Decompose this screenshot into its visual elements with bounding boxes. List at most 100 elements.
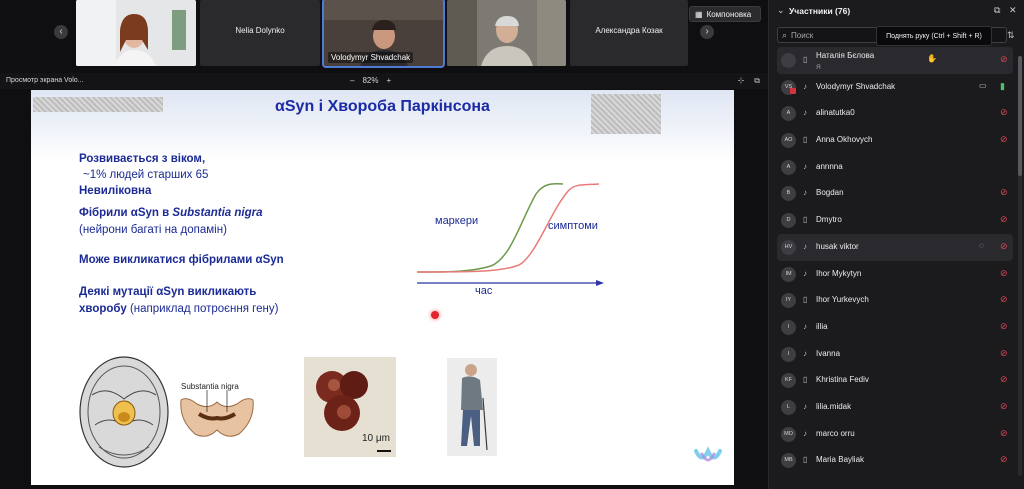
participant-row[interactable]: ▯ Наталія Бєлова Я ✋ ⊘	[777, 47, 1013, 74]
participant-name: marco orru	[816, 428, 855, 438]
video-tile-3[interactable]: Volodymyr Shvadchak	[322, 0, 445, 68]
mic-muted-icon[interactable]: ⊘	[1000, 268, 1008, 279]
avatar	[781, 53, 796, 68]
panel-header: ⌄ Участники (76) ⧉ ✕	[769, 0, 1024, 22]
brain-section-image	[79, 356, 169, 468]
collapse-chevron-icon[interactable]: ⌄	[777, 5, 785, 16]
avatar: KF	[781, 373, 796, 389]
participants-panel: ⌄ Участники (76) ⧉ ✕ ⌕ ⇅ ▯ Наталія Бєлова…	[768, 0, 1024, 489]
participant-row[interactable]: D ▯ Dmytro ⊘	[777, 207, 1013, 234]
video-tile-1[interactable]	[76, 0, 196, 66]
participant-row[interactable]: I ♪ illia ⊘	[777, 314, 1013, 341]
headset-icon: ♪	[803, 401, 807, 411]
strip-next-button[interactable]: ›	[700, 25, 714, 39]
participant-name: Dmytro	[816, 215, 842, 225]
markers-curve	[416, 182, 564, 273]
participant-row[interactable]: IY ▯ Ihor Yurkevych ⊘	[777, 287, 1013, 314]
avatar: IY	[781, 293, 796, 309]
mic-muted-icon[interactable]: ⊘	[1000, 241, 1008, 252]
mic-muted-icon[interactable]: ⊘	[1000, 428, 1008, 439]
headset-icon: ♪	[803, 241, 807, 251]
laser-pointer	[431, 311, 439, 319]
slide-line: Деякі мутації αSyn викликають	[79, 286, 257, 298]
participant-row[interactable]: AO ▯ Anna Okhovych ⊘	[777, 127, 1013, 154]
slide-line: ~1% людей старших 65	[83, 169, 209, 181]
mic-on-icon[interactable]: ▮	[1000, 81, 1005, 92]
slide-line: (нейрони багаті на допамін)	[79, 224, 227, 236]
participant-row[interactable]: A ♪ annnna	[777, 154, 1013, 181]
participant-name: husak viktor	[816, 241, 859, 251]
strip-prev-button[interactable]: ‹	[54, 25, 68, 39]
presenter-badge-icon	[790, 87, 796, 94]
participant-row[interactable]: I ♪ Ivanna ⊘	[777, 341, 1013, 368]
device-phone-icon: ▯	[803, 135, 808, 145]
screen-share-bar: Просмотр экрана Volo... – 82% + ⊹ ⧉	[0, 73, 768, 89]
mic-muted-icon[interactable]: ⊘	[1000, 321, 1008, 332]
participant-name: alinatutka0	[816, 108, 855, 118]
layout-icon: ▦	[695, 9, 703, 19]
camera-icon[interactable]: ▭	[979, 81, 987, 90]
popout-icon[interactable]: ⧉	[754, 76, 760, 86]
participant-row[interactable]: KF ▯ Khristina Fediv ⊘	[777, 367, 1013, 394]
mic-muted-icon[interactable]: ⊘	[1000, 134, 1008, 145]
video-tile-5[interactable]: Александра Козак	[570, 0, 688, 66]
mic-muted-icon[interactable]: ⊘	[1000, 107, 1008, 118]
mic-muted-icon[interactable]: ⊘	[1000, 294, 1008, 305]
participant-name: lilia.midak	[816, 401, 852, 411]
hand-icon[interactable]: ✋	[927, 54, 937, 63]
avatar: HV	[781, 239, 796, 255]
participants-scrollbar[interactable]	[1018, 56, 1022, 476]
participant-row[interactable]: L ♪ lilia.midak ⊘	[777, 394, 1013, 421]
sort-icon[interactable]: ⇅	[1007, 30, 1015, 41]
slide-line: Розвивається з віком,	[79, 153, 206, 165]
chat-icon[interactable]: ◌	[979, 241, 984, 250]
participant-row[interactable]: IM ♪ Ihor Mykytyn ⊘	[777, 261, 1013, 288]
slide-text: (наприклад потроєння гену)	[126, 303, 279, 315]
avatar: A	[781, 159, 796, 175]
symptoms-label: симптоми	[548, 220, 598, 232]
avatar: I	[781, 346, 796, 362]
participant-row[interactable]: VS ♪ Volodymyr Shvadchak ▭ ▮	[777, 74, 1013, 101]
control-icon[interactable]: ⊹	[738, 76, 745, 86]
mic-muted-icon[interactable]: ⊘	[1000, 454, 1008, 465]
axis-arrow-icon	[596, 280, 604, 286]
slide-line: Фібрили αSyn в Substantia nigra	[79, 207, 263, 219]
scrollbar-thumb[interactable]	[1018, 56, 1022, 176]
shared-slide: αSyn і Хвороба Паркінсона Розвивається з…	[31, 90, 734, 485]
participant-row[interactable]: MO ♪ marco orru ⊘	[777, 421, 1013, 448]
patient-figure-image	[447, 358, 497, 456]
zoom-out-button[interactable]: –	[350, 76, 354, 85]
search-icon: ⌕	[782, 29, 788, 40]
headset-icon: ♪	[803, 81, 807, 91]
mic-muted-icon[interactable]: ⊘	[1000, 187, 1008, 198]
participant-video-1	[76, 0, 196, 66]
video-tile-4[interactable]	[447, 0, 566, 66]
avatar: D	[781, 213, 796, 229]
participant-row[interactable]: MB ▯ Maria Bayliak ⊘	[777, 447, 1013, 474]
layout-button[interactable]: ▦ Компоновка	[689, 6, 761, 22]
participant-video-4	[447, 0, 566, 66]
mic-muted-icon[interactable]: ⊘	[1000, 401, 1008, 412]
video-tile-2[interactable]: Nelia Dolynko	[200, 0, 320, 66]
mic-muted-icon[interactable]: ⊘	[1000, 348, 1008, 359]
avatar: A	[781, 106, 796, 122]
close-icon[interactable]: ✕	[1009, 5, 1017, 16]
slide-line: хворобу (наприклад потроєння гену)	[79, 303, 278, 315]
device-phone-icon: ▯	[803, 295, 808, 305]
participants-title: Участники (76)	[789, 6, 851, 16]
share-toolbar: ⊹ ⧉	[738, 76, 760, 86]
mic-muted-icon[interactable]: ⊘	[1000, 54, 1008, 65]
participant-row[interactable]: HV ♪ husak viktor ◌ ⊘	[777, 233, 1013, 261]
headset-icon: ♪	[803, 188, 807, 198]
device-phone-icon: ▯	[803, 215, 808, 225]
zoom-in-button[interactable]: +	[386, 76, 391, 85]
participant-row[interactable]: B ♪ Bogdan ⊘	[777, 180, 1013, 207]
participant-row[interactable]: A ♪ alinatutka0 ⊘	[777, 100, 1013, 127]
slide-title: αSyn і Хвороба Паркінсона	[275, 98, 490, 115]
mic-muted-icon[interactable]: ⊘	[1000, 374, 1008, 385]
zoom-level: 82%	[362, 76, 379, 85]
popout-icon[interactable]: ⧉	[994, 5, 1000, 16]
headset-icon: ♪	[803, 161, 807, 171]
mic-muted-icon[interactable]: ⊘	[1000, 214, 1008, 225]
participant-name: Ihor Mykytyn	[816, 268, 862, 278]
